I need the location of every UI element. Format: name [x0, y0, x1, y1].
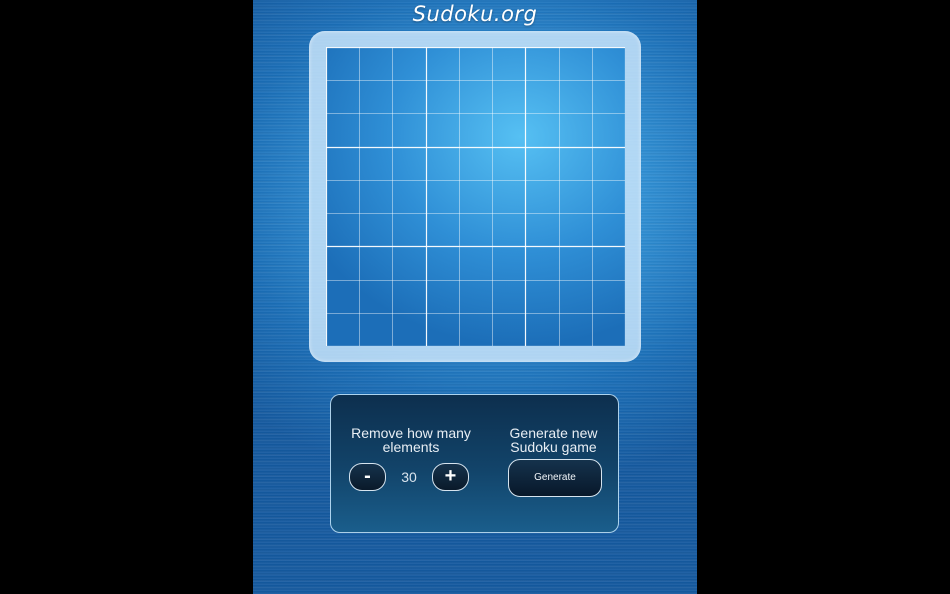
board-cell[interactable]	[559, 246, 592, 279]
app-title: Sudoku.org	[412, 2, 538, 26]
app-screen: Sudoku.org Remove how many elements Gene…	[253, 0, 697, 594]
board-cell[interactable]	[426, 113, 459, 146]
board-cell[interactable]	[359, 47, 392, 80]
board-cell[interactable]	[426, 246, 459, 279]
board-cell[interactable]	[359, 313, 392, 346]
board-cell[interactable]	[426, 80, 459, 113]
board-cell[interactable]	[392, 47, 425, 80]
board-cell[interactable]	[559, 280, 592, 313]
board-cell[interactable]	[559, 213, 592, 246]
board-cell[interactable]	[525, 180, 558, 213]
board-cell[interactable]	[559, 80, 592, 113]
board-cell[interactable]	[392, 180, 425, 213]
board-cell[interactable]	[525, 280, 558, 313]
board-cell[interactable]	[326, 280, 359, 313]
board-cell[interactable]	[559, 180, 592, 213]
board-cell[interactable]	[359, 180, 392, 213]
board-cell[interactable]	[326, 313, 359, 346]
board-cell[interactable]	[492, 113, 525, 146]
board-cell[interactable]	[492, 246, 525, 279]
board-cell[interactable]	[525, 113, 558, 146]
board-cell[interactable]	[525, 47, 558, 80]
board-cell[interactable]	[326, 180, 359, 213]
board-cell[interactable]	[326, 147, 359, 180]
board-cell[interactable]	[392, 246, 425, 279]
board-cell[interactable]	[426, 47, 459, 80]
elements-count-value: 30	[401, 469, 417, 485]
board-cell[interactable]	[326, 246, 359, 279]
board-cell[interactable]	[492, 280, 525, 313]
board-cell[interactable]	[426, 280, 459, 313]
board-cell[interactable]	[592, 180, 625, 213]
board-cell[interactable]	[559, 47, 592, 80]
board-cell[interactable]	[492, 147, 525, 180]
board-cell[interactable]	[592, 147, 625, 180]
board-cell[interactable]	[525, 246, 558, 279]
board-cell[interactable]	[459, 246, 492, 279]
board-cell[interactable]	[459, 80, 492, 113]
board-cell[interactable]	[326, 113, 359, 146]
board-cell[interactable]	[592, 47, 625, 80]
board-cell[interactable]	[426, 147, 459, 180]
control-panel: Remove how many elements Generate new Su…	[330, 394, 619, 533]
board-cell[interactable]	[559, 113, 592, 146]
board-cell[interactable]	[559, 313, 592, 346]
board-cell[interactable]	[459, 180, 492, 213]
board-cell[interactable]	[392, 113, 425, 146]
board-cell[interactable]	[326, 47, 359, 80]
board-cell[interactable]	[459, 113, 492, 146]
generate-button[interactable]: Generate	[508, 459, 602, 497]
board-cell[interactable]	[392, 80, 425, 113]
board-cell[interactable]	[459, 213, 492, 246]
remove-elements-label: Remove how many elements	[351, 425, 471, 455]
board-cell[interactable]	[359, 246, 392, 279]
board-cell[interactable]	[592, 313, 625, 346]
board-cell[interactable]	[592, 280, 625, 313]
board-cell[interactable]	[392, 313, 425, 346]
board-cell[interactable]	[459, 313, 492, 346]
board-cell[interactable]	[426, 313, 459, 346]
board-cell[interactable]	[492, 80, 525, 113]
board-cell[interactable]	[592, 213, 625, 246]
board-cell[interactable]	[492, 47, 525, 80]
board-cell[interactable]	[359, 113, 392, 146]
board-cell[interactable]	[392, 147, 425, 180]
board-cell[interactable]	[592, 246, 625, 279]
generate-game-label: Generate new Sudoku game	[509, 425, 598, 455]
board-cell[interactable]	[426, 213, 459, 246]
increase-button[interactable]: +	[432, 463, 469, 491]
board-cell[interactable]	[326, 213, 359, 246]
board-cell[interactable]	[525, 213, 558, 246]
board-cell[interactable]	[359, 280, 392, 313]
board-cell[interactable]	[359, 213, 392, 246]
board-cell[interactable]	[459, 147, 492, 180]
board-cell[interactable]	[592, 80, 625, 113]
board-cell[interactable]	[459, 280, 492, 313]
board-cell[interactable]	[392, 213, 425, 246]
board-cell[interactable]	[525, 313, 558, 346]
board-cell[interactable]	[426, 180, 459, 213]
board-cell[interactable]	[326, 80, 359, 113]
board-cell[interactable]	[359, 147, 392, 180]
decrease-button[interactable]: -	[349, 463, 386, 491]
sudoku-board[interactable]	[326, 47, 625, 346]
board-cell[interactable]	[492, 313, 525, 346]
board-cell[interactable]	[359, 80, 392, 113]
board-cell[interactable]	[492, 213, 525, 246]
board-cell[interactable]	[459, 47, 492, 80]
board-cell[interactable]	[559, 147, 592, 180]
board-cell[interactable]	[525, 80, 558, 113]
board-frame	[309, 31, 641, 362]
board-cell[interactable]	[525, 147, 558, 180]
board-cell[interactable]	[592, 113, 625, 146]
board-cell[interactable]	[492, 180, 525, 213]
board-cell[interactable]	[392, 280, 425, 313]
